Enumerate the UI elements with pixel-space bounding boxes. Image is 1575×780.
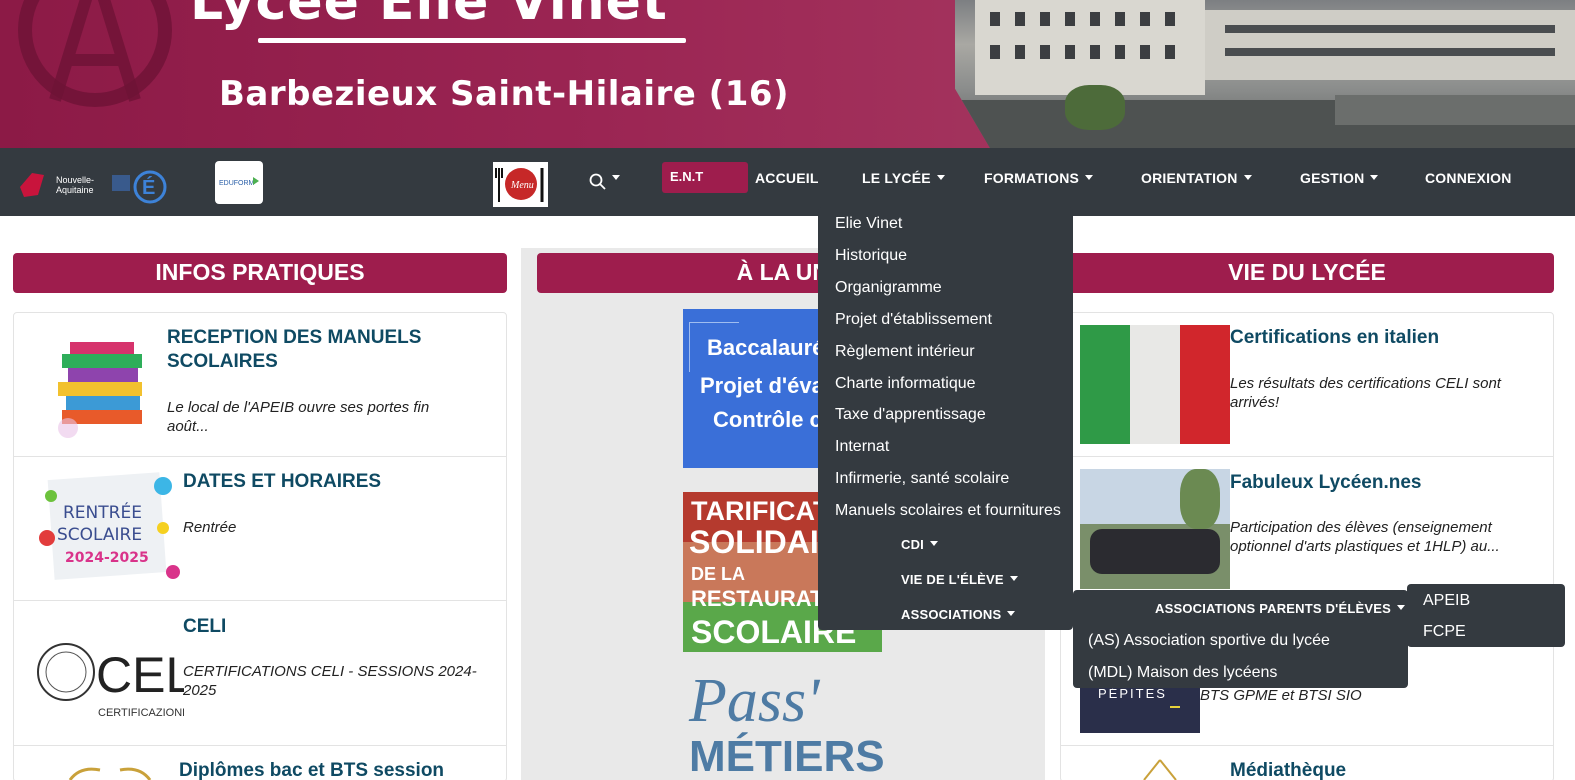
card-description: Le local de l'APEIB ouvre ses portes fin… — [167, 399, 430, 435]
card-title[interactable]: CELI — [183, 615, 226, 639]
chevron-down-icon — [1370, 175, 1379, 180]
pass-metiers-image[interactable]: Pass' MÉTIERS — [683, 668, 883, 780]
chevron-down-icon — [612, 175, 620, 180]
nav-gestion[interactable]: GESTION — [1300, 170, 1379, 186]
nav-accueil[interactable]: ACCUEIL — [755, 170, 819, 186]
menu-item-elie-vinet[interactable]: Elie Vinet — [835, 215, 902, 233]
menu-item-association-sportive[interactable]: (AS) Association sportive du lycée — [1088, 632, 1330, 650]
card-title[interactable]: RECEPTION DES MANUELS SCOLAIRES — [167, 326, 421, 374]
le-lycee-dropdown: Elie Vinet Historique Organigramme Proje… — [818, 207, 1073, 630]
books-thumbnail[interactable] — [48, 328, 158, 440]
nouvelle-aquitaine-logo[interactable]: Nouvelle- Aquitaine — [18, 165, 103, 201]
card-description: Les résultats des certifications CELI so… — [1230, 375, 1501, 411]
students-photo-thumbnail[interactable] — [1080, 469, 1230, 589]
divider — [1061, 745, 1553, 746]
submenu-associations[interactable]: ASSOCIATIONS — [901, 607, 1016, 622]
parents-eleves-dropdown: APEIB FCPE — [1407, 584, 1565, 647]
menu-item-charte-informatique[interactable]: Charte informatique — [835, 375, 976, 393]
school-building-photo — [955, 0, 1575, 148]
card-title[interactable]: DATES ET HORAIRES — [183, 470, 381, 494]
card-title[interactable]: Certifications en italien — [1230, 326, 1439, 350]
mediatheque-thumbnail[interactable] — [1140, 758, 1180, 780]
menu-item-internat[interactable]: Internat — [835, 438, 889, 456]
submenu-vie-de-leleve[interactable]: VIE DE L'ÉLÈVE — [901, 572, 1018, 587]
chevron-down-icon — [1009, 576, 1018, 581]
italian-flag-thumbnail[interactable] — [1080, 325, 1230, 444]
menu-item-manuels-scolaires[interactable]: Manuels scolaires et fournitures — [835, 502, 1061, 520]
card-description: Rentrée — [183, 519, 237, 536]
associations-dropdown: ASSOCIATIONS PARENTS D'ÉLÈVES (AS) Assoc… — [1073, 590, 1408, 688]
chevron-down-icon — [1085, 175, 1094, 180]
svg-text:EDUFORM: EDUFORM — [219, 180, 255, 187]
cantine-menu-link[interactable]: Menu — [493, 162, 548, 207]
menu-item-fcpe[interactable]: FCPE — [1423, 623, 1466, 641]
section-infos-pratiques: INFOS PRATIQUES — [13, 253, 507, 293]
svg-text:É: É — [142, 176, 155, 199]
submenu-associations-parents[interactable]: ASSOCIATIONS PARENTS D'ÉLÈVES — [1155, 601, 1405, 616]
svg-text:Nouvelle-: Nouvelle- — [56, 175, 94, 185]
chevron-down-icon — [1007, 611, 1016, 616]
chevron-down-icon — [1396, 605, 1405, 610]
menu-item-projet-etablissement[interactable]: Projet d'établissement — [835, 311, 992, 329]
menu-item-historique[interactable]: Historique — [835, 247, 907, 265]
chevron-down-icon — [936, 175, 945, 180]
academie-poitiers-logo[interactable]: É — [112, 163, 170, 205]
svg-text:Menu: Menu — [510, 180, 534, 191]
card-title[interactable]: Diplômes bac et BTS session — [179, 759, 444, 780]
svg-text:RENTRÉE: RENTRÉE — [63, 501, 142, 523]
section-vie-du-lycee: VIE DU LYCÉE — [1060, 253, 1554, 293]
card-title[interactable]: Médiathèque — [1230, 759, 1346, 780]
menu-item-apeib[interactable]: APEIB — [1423, 592, 1470, 610]
nav-connexion[interactable]: CONNEXION — [1425, 170, 1512, 186]
banner-title: Lycée Elie Vinet — [190, 0, 668, 32]
search-toggle[interactable] — [588, 170, 624, 192]
diplomes-thumbnail[interactable] — [60, 762, 160, 780]
banner-divider — [258, 38, 686, 43]
site-banner: Lycée Elie Vinet Barbezieux Saint-Hilair… — [0, 0, 1575, 148]
svg-text:CELI: CELI — [96, 647, 184, 703]
svg-text:2024-2025: 2024-2025 — [65, 550, 149, 566]
page: Lycée Elie Vinet Barbezieux Saint-Hilair… — [0, 0, 1575, 780]
divider — [14, 745, 506, 746]
menu-item-maison-des-lyceens[interactable]: (MDL) Maison des lycéens — [1088, 664, 1277, 682]
chevron-down-icon — [1243, 175, 1252, 180]
svg-text:SCOLAIRE: SCOLAIRE — [57, 525, 142, 545]
lycee-logo-icon — [18, 0, 172, 107]
svg-text:CERTIFICAZIONE: CERTIFICAZIONE — [98, 707, 184, 719]
divider — [14, 456, 506, 457]
rentree-thumbnail[interactable]: RENTRÉE SCOLAIRE 2024-2025 — [33, 468, 183, 588]
chevron-down-icon — [930, 541, 938, 546]
banner-subtitle: Barbezieux Saint-Hilaire (16) — [219, 74, 790, 114]
submenu-cdi[interactable]: CDI — [901, 537, 938, 552]
search-icon — [589, 173, 606, 190]
divider — [1061, 456, 1553, 457]
card-title[interactable]: Fabuleux Lycéen.nes — [1230, 471, 1421, 495]
menu-item-reglement-interieur[interactable]: Règlement intérieur — [835, 343, 975, 361]
card-description: CERTIFICATIONS CELI - SESSIONS 2024- 202… — [183, 663, 477, 699]
pepites-thumbnail[interactable]: PÉPITES — [1080, 686, 1200, 733]
menu-item-taxe-apprentissage[interactable]: Taxe d'apprentissage — [835, 406, 986, 424]
svg-text:Aquitaine: Aquitaine — [56, 185, 94, 195]
eduform-logo[interactable]: EDUFORM — [215, 161, 263, 204]
ent-button[interactable]: E.N.T — [662, 162, 748, 193]
nav-formations[interactable]: FORMATIONS — [984, 170, 1094, 186]
menu-item-organigramme[interactable]: Organigramme — [835, 279, 942, 297]
nav-orientation[interactable]: ORIENTATION — [1141, 170, 1252, 186]
menu-item-infirmerie[interactable]: Infirmerie, santé scolaire — [835, 470, 1009, 488]
celi-thumbnail[interactable]: CELI CERTIFICAZIONE — [34, 624, 184, 720]
card-description: BTS GPME et BTSI SIO — [1200, 687, 1362, 704]
card-description: Participation des élèves (enseignement o… — [1230, 519, 1500, 555]
nav-le-lycee[interactable]: LE LYCÉE — [862, 170, 945, 186]
divider — [14, 600, 506, 601]
